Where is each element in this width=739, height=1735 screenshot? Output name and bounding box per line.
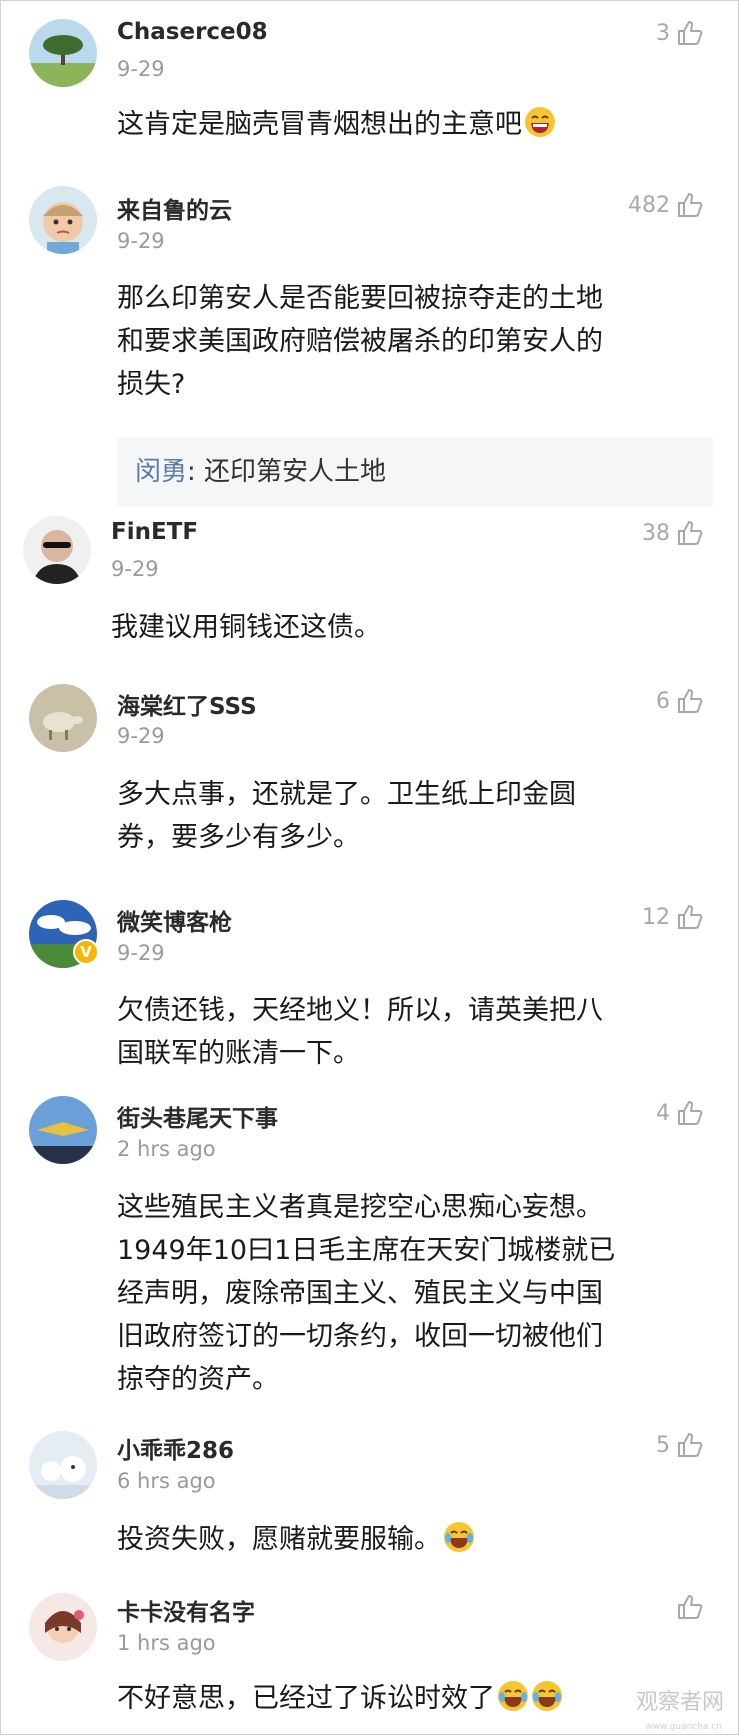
like-button[interactable]: 38 — [642, 519, 704, 547]
timestamp: 9-29 — [111, 557, 159, 581]
comment-text: 多大点事，还就是了。卫生纸上印金圆 券，要多少有多少。 — [117, 779, 576, 853]
timestamp: 9-29 — [117, 57, 165, 81]
comment-text: 投资失败，愿赌就要服输。 — [117, 1518, 697, 1561]
timestamp: 9-29 — [117, 229, 165, 253]
timestamp: 1 hrs ago — [117, 1631, 216, 1655]
username[interactable]: FinETF — [111, 519, 198, 545]
username[interactable]: 微笑博客枪 — [117, 903, 232, 937]
comment-text: 这些殖民主义者真是挖空心思痴心妄想。 1949年10曰1日毛主席在天安门城楼就已… — [117, 1192, 616, 1395]
avatar[interactable] — [29, 19, 97, 87]
watermark: 观察者网 — [635, 1690, 724, 1715]
like-count: 38 — [642, 520, 670, 546]
avatar[interactable] — [29, 1593, 97, 1661]
thumbs-up-icon — [678, 905, 703, 929]
like-count: 6 — [656, 688, 670, 714]
reply-separator: : — [187, 457, 205, 487]
username[interactable]: 街头巷尾天下事 — [117, 1099, 278, 1133]
thumbs-up-icon — [678, 1433, 703, 1457]
reply-box[interactable]: 闵勇: 还印第安人土地 — [117, 438, 713, 506]
like-button[interactable] — [670, 1593, 704, 1621]
timestamp: 6 hrs ago — [117, 1469, 216, 1493]
username[interactable]: 卡卡没有名字 — [117, 1593, 255, 1627]
like-button[interactable]: 6 — [656, 687, 704, 715]
comment-text: 我建议用铜钱还这债。 — [111, 612, 381, 643]
like-count: 482 — [628, 192, 670, 218]
like-count: 12 — [642, 904, 670, 930]
thumbs-up-icon — [678, 689, 703, 713]
thumbs-up-icon — [678, 521, 703, 545]
tears-of-joy-emoji-icon — [498, 1681, 528, 1711]
watermark-url: www.guancha.cn — [645, 1722, 722, 1732]
comment-text: 那么印第安人是否能要回被掠夺走的土地 和要求美国政府赔偿被屠杀的印第安人的 损失… — [117, 283, 603, 400]
avatar[interactable] — [29, 186, 97, 254]
username[interactable]: 小乖乖286 — [117, 1431, 234, 1465]
comment-text: 这肯定是脑壳冒青烟想出的主意吧 — [117, 103, 697, 146]
comment-text: 欠债还钱，天经地义！所以，请英美把八 国联军的账清一下。 — [117, 995, 603, 1069]
like-button[interactable]: 482 — [628, 191, 704, 219]
like-button[interactable]: 12 — [642, 903, 704, 931]
thumbs-up-icon — [678, 21, 703, 45]
tears-of-joy-emoji-icon — [532, 1681, 562, 1711]
like-button[interactable]: 3 — [656, 19, 704, 47]
timestamp: 9-29 — [117, 724, 165, 748]
reply-username[interactable]: 闵勇 — [135, 457, 187, 487]
tears-of-joy-emoji-icon — [444, 1522, 474, 1552]
username[interactable]: 来自鲁的云 — [117, 191, 232, 225]
thumbs-up-icon — [678, 193, 703, 217]
timestamp: 9-29 — [117, 941, 165, 965]
verified-badge: V — [73, 939, 99, 965]
comment-list: Chaserce08 9-29 3 这肯定是脑壳冒青烟想出的主意吧 来自鲁的云 … — [0, 0, 739, 1735]
avatar[interactable] — [23, 516, 91, 584]
username[interactable]: 海棠红了SSS — [117, 687, 257, 721]
avatar[interactable] — [29, 684, 97, 752]
username[interactable]: Chaserce08 — [117, 19, 268, 45]
comment-text: 不好意思，已经过了诉讼时效了 — [117, 1677, 717, 1720]
like-count: 5 — [656, 1432, 670, 1458]
like-button[interactable]: 4 — [656, 1099, 704, 1127]
timestamp: 2 hrs ago — [117, 1137, 216, 1161]
like-button[interactable]: 5 — [656, 1431, 704, 1459]
thumbs-up-icon — [678, 1101, 703, 1125]
like-count: 3 — [656, 20, 670, 46]
avatar[interactable] — [29, 1431, 97, 1499]
reply-text: 还印第安人土地 — [204, 457, 387, 487]
like-count: 4 — [656, 1100, 670, 1126]
avatar[interactable] — [29, 1096, 97, 1164]
thumbs-up-icon — [678, 1595, 703, 1619]
laughing-emoji-icon — [525, 107, 555, 137]
